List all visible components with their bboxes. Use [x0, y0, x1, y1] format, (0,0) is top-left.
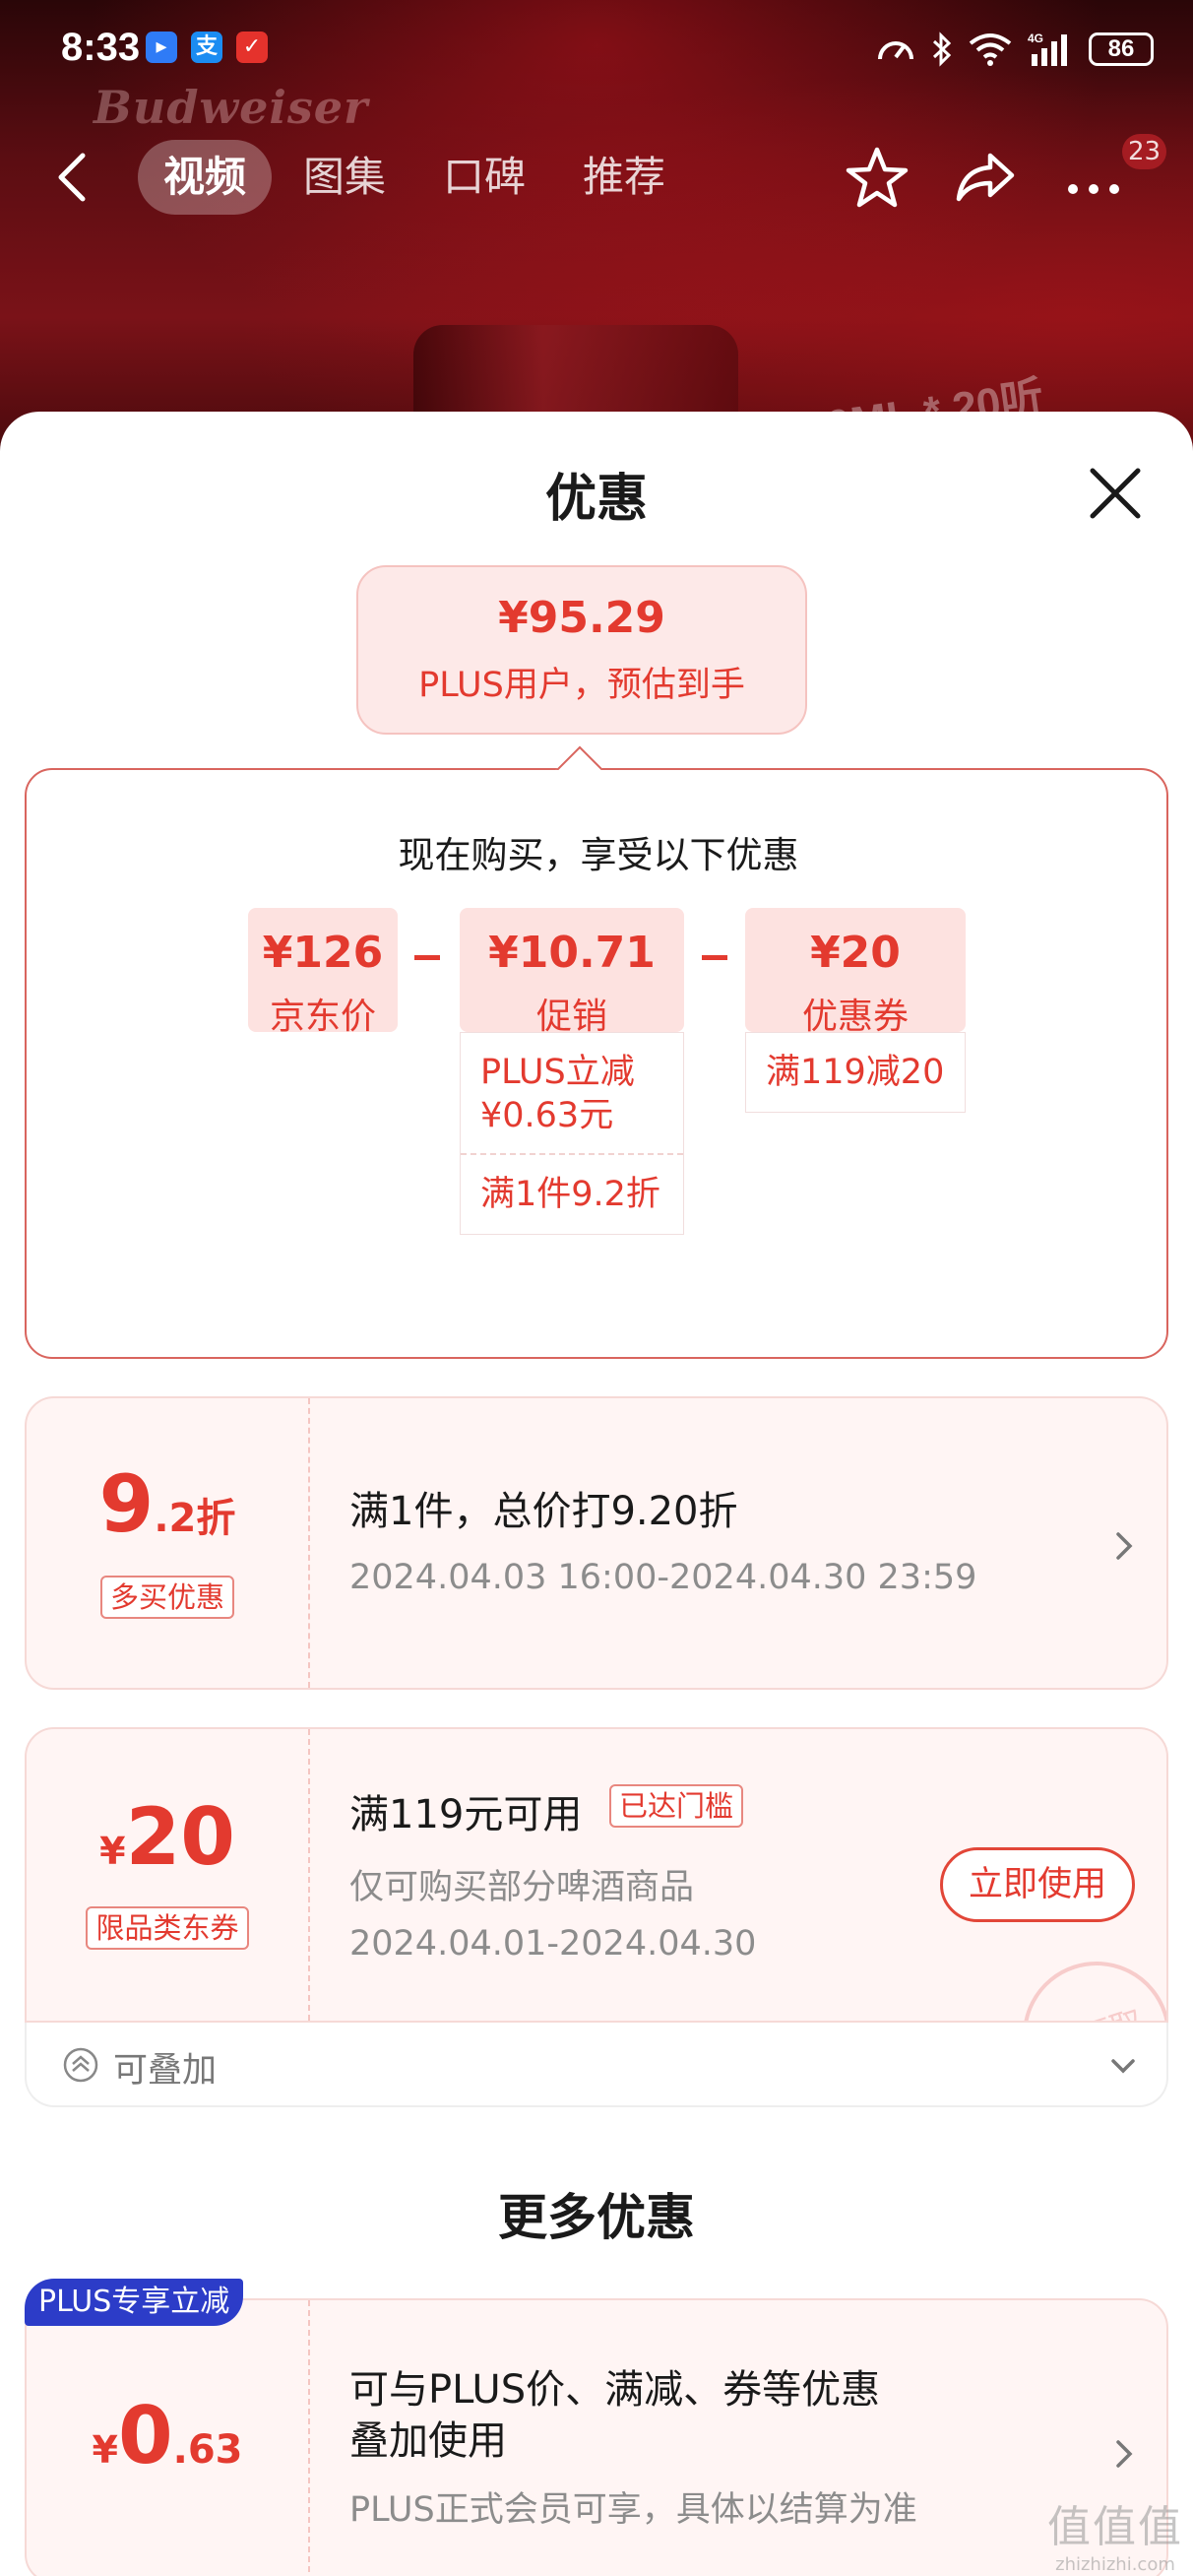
cellular-signal-icon: 4G [1028, 32, 1067, 66]
plus-main-value: 0 [117, 2390, 173, 2481]
alipay-icon: 支 [191, 32, 222, 63]
promotion-pill: ¥10.71 促销 [460, 908, 684, 1037]
minus-sign [414, 955, 440, 960]
plus-note: PLUS正式会员可享，具体以结算为准 [349, 2490, 917, 2530]
status-time: 8:33 [61, 26, 141, 69]
discount-value-block: 9.2折 多买优惠 [27, 1398, 308, 1619]
jd-price-pill: ¥126 京东价 [248, 908, 398, 1037]
battery-indicator: 86 [1089, 32, 1154, 66]
tab-video[interactable]: 视频 [138, 140, 273, 215]
status-bar: 8:33 ▸ 支 ✓ 4G 86 [0, 0, 1193, 98]
plus-currency: ¥ [92, 2428, 118, 2472]
coupon-value-block: ¥20 限品类东券 [27, 1729, 308, 1950]
minus-sign [702, 955, 727, 960]
watermark-mark: 值值值 [1047, 2502, 1183, 2552]
stackable-label: 可叠加 [113, 2051, 218, 2091]
coupon-value: ¥20 [810, 928, 901, 978]
coupon-pill: ¥20 优惠券 [745, 908, 966, 1037]
estimated-price: ¥95.29 [498, 593, 665, 643]
estimated-price-label: PLUS用户，预估到手 [418, 666, 745, 705]
plus-sub-value: .63 [172, 2427, 243, 2473]
discount-title: 满1件，总价打9.20折 [349, 1489, 738, 1534]
plus-discount-amount: ¥0.63元 [480, 1096, 614, 1135]
discount-period: 2024.04.03 16:00-2024.04.30 23:59 [349, 1558, 977, 1597]
notification-app-icon: ▸ [146, 32, 177, 63]
media-tabs: 视频 图集 口碑 推荐 [138, 140, 691, 215]
more-offers-title: 更多优惠 [498, 2189, 695, 2246]
close-icon[interactable] [1083, 461, 1148, 526]
wifi-icon [969, 33, 1012, 66]
use-now-button[interactable]: 立即使用 [940, 1847, 1135, 1922]
promotion-details: PLUS立减 ¥0.63元 满1件9.2折 [460, 1032, 684, 1235]
coupon-description: 仅可购买部分啤酒商品 [349, 1868, 695, 1907]
tab-reviews[interactable]: 口碑 [417, 140, 551, 215]
favorite-star-icon[interactable] [843, 144, 911, 213]
notification-app-icon: ✓ [236, 32, 268, 63]
estimated-price-bubble: ¥95.29 PLUS用户，预估到手 [356, 565, 807, 735]
coupon-title: 满119元可用 [349, 1792, 583, 1837]
more-menu-icon[interactable] [1059, 144, 1128, 213]
svg-text:4G: 4G [1028, 32, 1043, 45]
discount-type-tag: 多买优惠 [99, 1576, 234, 1619]
stack-icon [63, 2047, 98, 2083]
speed-icon [878, 41, 913, 60]
stackable-row[interactable]: 可叠加 [25, 2023, 1168, 2107]
promotion-value: ¥10.71 [488, 928, 656, 978]
chevron-right-icon [1116, 2440, 1133, 2468]
jd-price-label: 京东价 [269, 997, 376, 1037]
plus-card-wrapper: ¥0.63 可与PLUS价、满减、券等优惠 叠加使用 PLUS正式会员可享，具体… [0, 2279, 1193, 2576]
watermark-site: zhizhizhi.com [1055, 2554, 1175, 2575]
discount-sheet: 优惠 ¥95.29 PLUS用户，预估到手 现在购买，享受以下优惠 ¥126 京… [0, 412, 1193, 2576]
coupon-card: ¥20 限品类东券 满119元可用 已达门槛 仅可购买部分啤酒商品 2024.0… [25, 1727, 1168, 2023]
plus-title-line1: 可与PLUS价、满减、券等优惠 [349, 2367, 881, 2413]
bulk-discount-text: 满1件9.2折 [461, 1153, 683, 1234]
discount-sub-value: .2折 [154, 1496, 236, 1541]
jd-price-value: ¥126 [262, 928, 384, 978]
share-icon[interactable] [951, 144, 1020, 213]
bulk-discount-card[interactable]: 9.2折 多买优惠 满1件，总价打9.20折 2024.04.03 16:00-… [25, 1396, 1168, 1690]
back-icon[interactable] [49, 150, 98, 205]
bubble-pointer [553, 744, 602, 770]
plus-value-block: ¥0.63 [27, 2300, 308, 2497]
sheet-title: 优惠 [544, 470, 648, 529]
tab-gallery[interactable]: 图集 [278, 140, 411, 215]
threshold-reached-tag: 已达门槛 [609, 1784, 744, 1828]
card-divider [308, 2300, 310, 2576]
site-watermark: 值值值 zhizhizhi.com [1041, 2491, 1189, 2575]
chevron-right-icon [1116, 1532, 1133, 1560]
coupon-currency: ¥ [99, 1830, 126, 1873]
coupon-condition-text: 满119减20 [766, 1053, 945, 1092]
bluetooth-icon [932, 32, 952, 67]
coupon-amount: 20 [125, 1791, 235, 1883]
chevron-down-icon [1111, 2059, 1135, 2074]
claimed-stamp: 已领取 [1003, 1942, 1166, 2021]
plus-title-line2: 叠加使用 [349, 2418, 507, 2464]
price-breakdown-box: 现在购买，享受以下优惠 ¥126 京东价 ¥10.71 促销 ¥20 优惠券 P… [25, 768, 1168, 1359]
card-divider [308, 1729, 310, 2021]
tab-recommend[interactable]: 推荐 [557, 140, 691, 215]
card-divider [308, 1398, 310, 1688]
coupon-type-tag: 限品类东券 [86, 1906, 249, 1950]
plus-exclusive-tag: PLUS专享立减 [25, 2279, 244, 2326]
discount-main-value: 9 [98, 1458, 155, 1550]
plus-discount-card[interactable]: ¥0.63 可与PLUS价、满减、券等优惠 叠加使用 PLUS正式会员可享，具体… [25, 2298, 1168, 2576]
top-navigation: 视频 图集 口碑 推荐 23 [0, 128, 1193, 226]
plus-discount-text: PLUS立减 [480, 1053, 635, 1092]
coupon-period: 2024.04.01-2024.04.30 [349, 1924, 757, 1964]
coupon-details: 满119减20 [745, 1032, 966, 1113]
message-count-badge: 23 [1122, 134, 1167, 169]
breakdown-heading: 现在购买，享受以下优惠 [398, 834, 799, 876]
